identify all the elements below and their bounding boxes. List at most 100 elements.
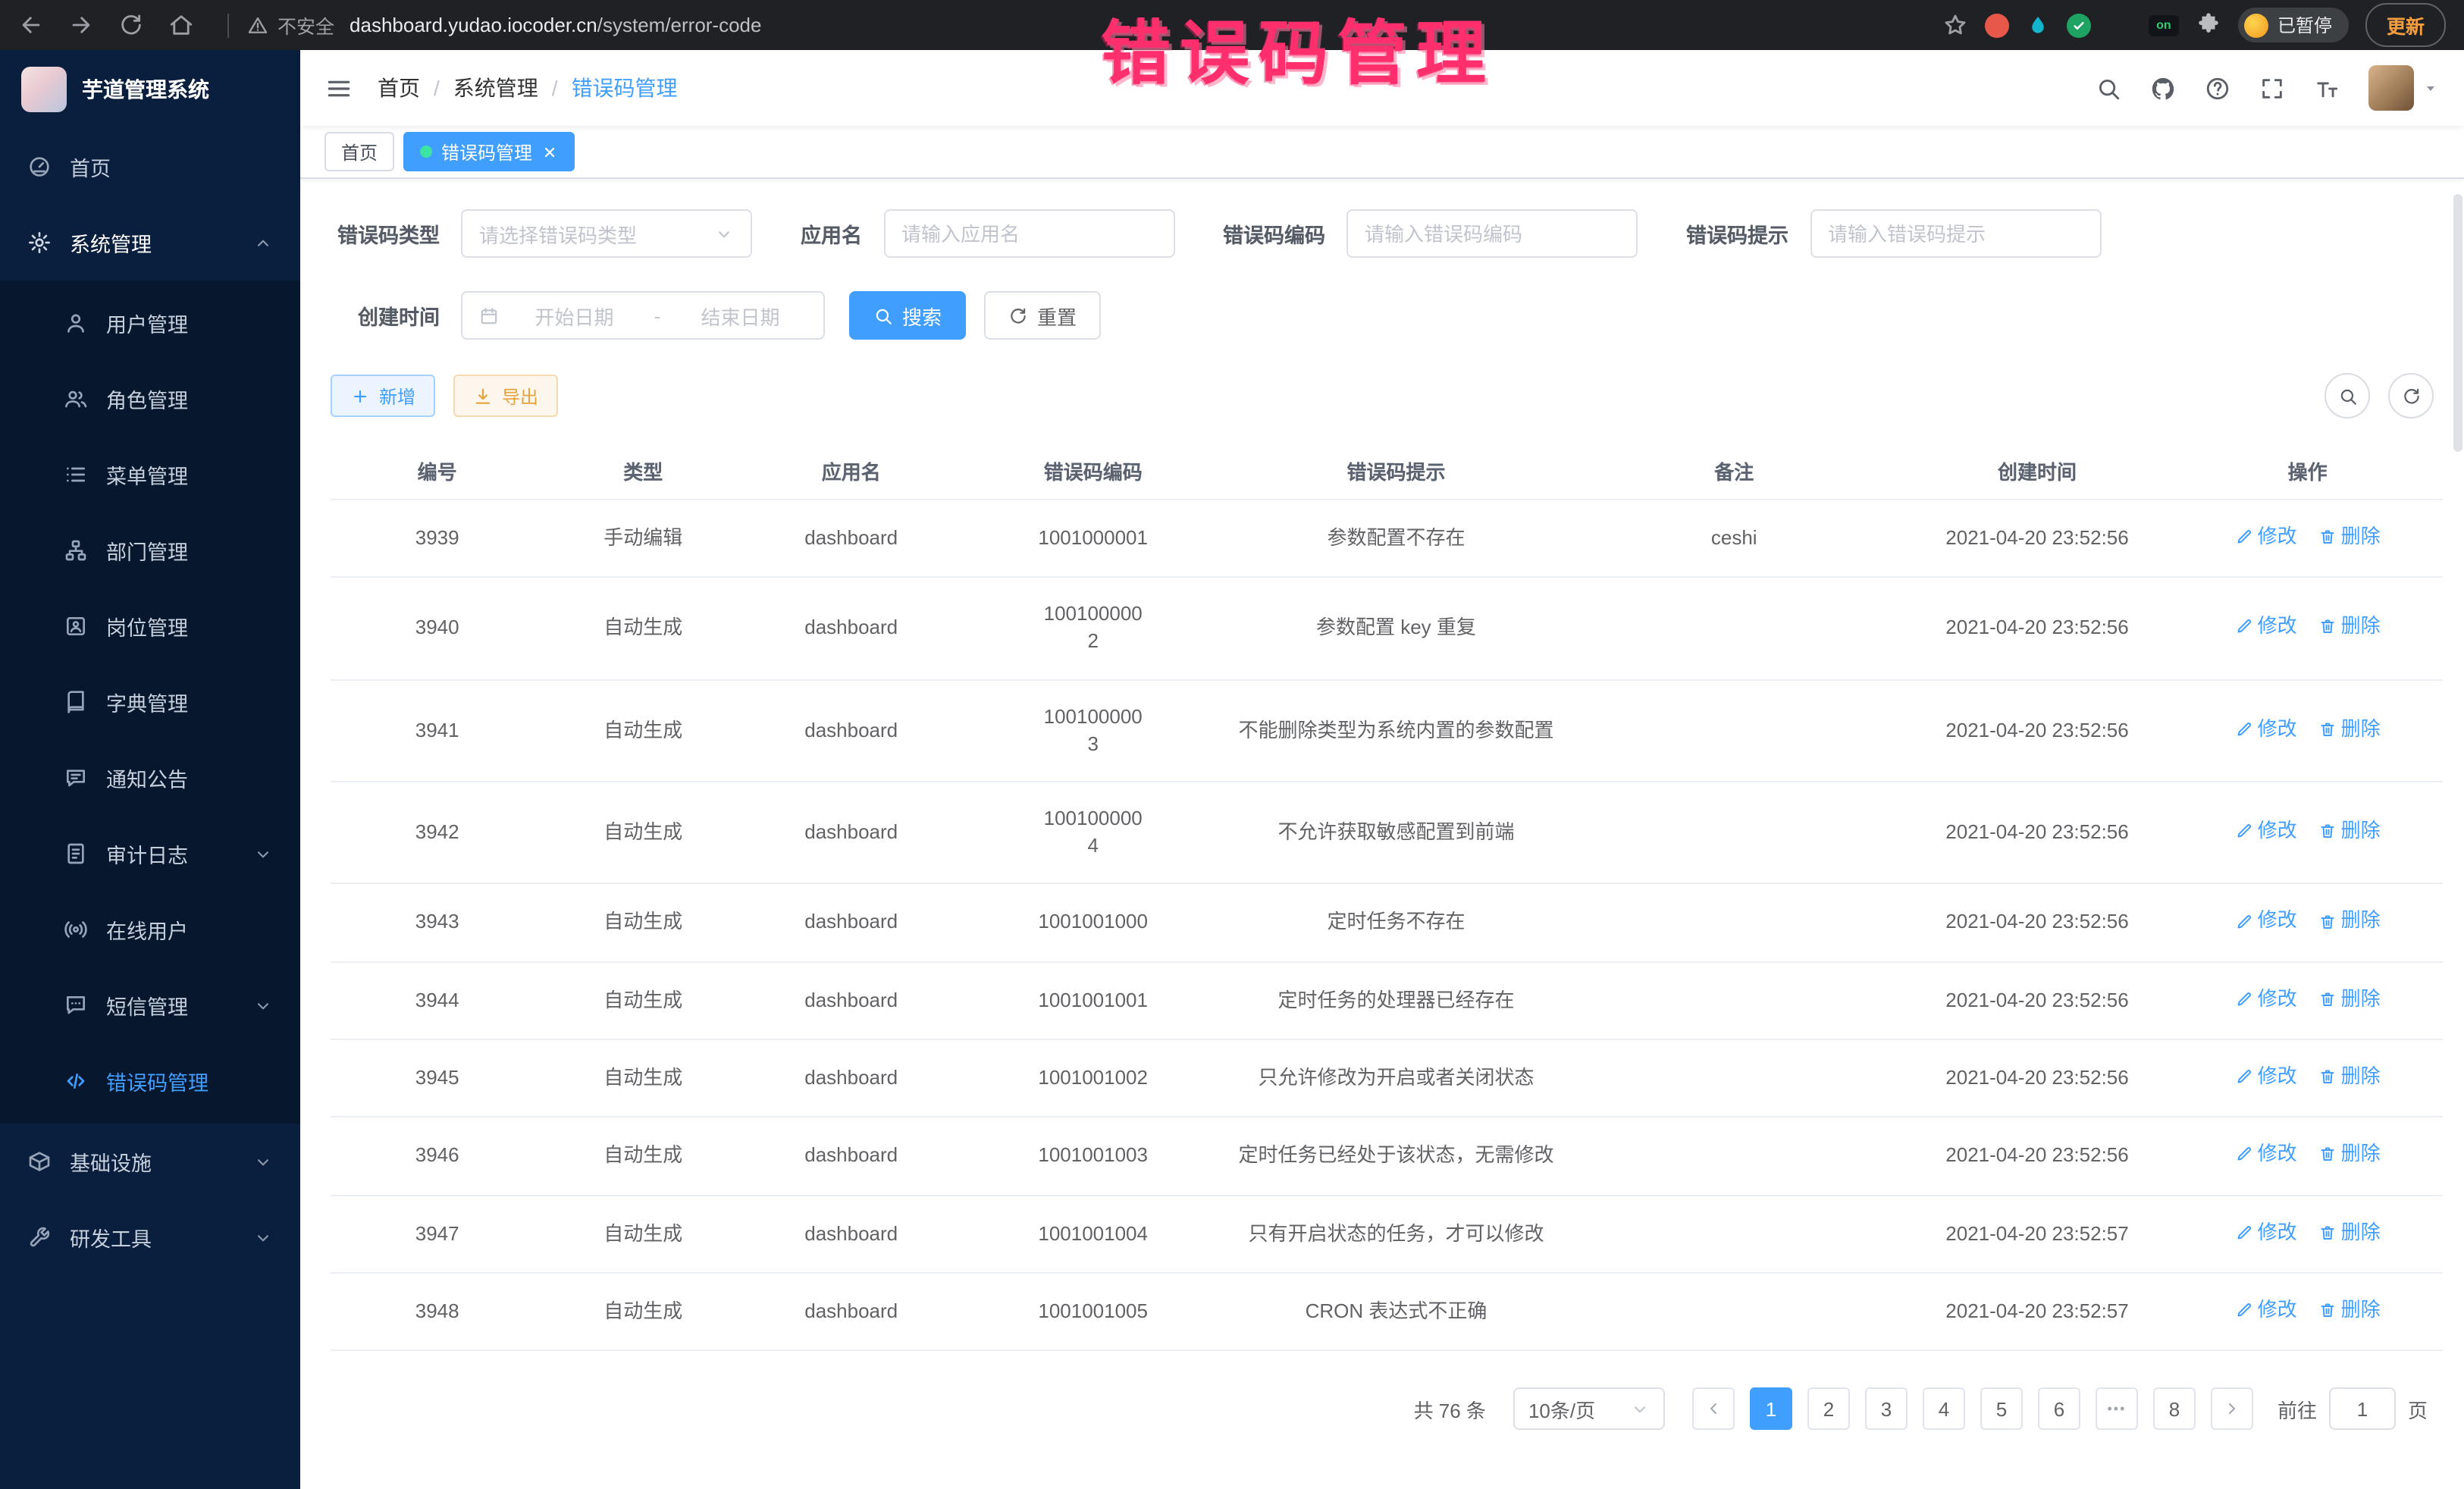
sidebar-item-user[interactable]: 用户管理 xyxy=(0,285,300,361)
fullscreen-icon[interactable] xyxy=(2259,75,2285,101)
github-icon[interactable] xyxy=(2150,75,2176,101)
sidebar-item-menu-list[interactable]: 菜单管理 xyxy=(0,437,300,513)
cell-app: dashboard xyxy=(742,961,960,1039)
page-button-8[interactable]: 8 xyxy=(2153,1387,2196,1430)
error-code-input[interactable] xyxy=(1346,209,1638,258)
page-button-2[interactable]: 2 xyxy=(1807,1387,1850,1430)
delete-link[interactable]: 删除 xyxy=(2318,1063,2381,1090)
error-hint-input[interactable] xyxy=(1810,209,2101,258)
font-size-icon[interactable] xyxy=(2314,75,2340,101)
scrollbar-thumb[interactable] xyxy=(2453,194,2462,452)
add-button[interactable]: 新增 xyxy=(331,375,435,417)
sidebar-item-infra[interactable]: 基础设施 xyxy=(0,1124,300,1199)
user-menu[interactable] xyxy=(2368,65,2440,111)
delete-link[interactable]: 删除 xyxy=(2318,817,2381,845)
page-button-6[interactable]: 6 xyxy=(2038,1387,2080,1430)
edit-link[interactable]: 修改 xyxy=(2235,1141,2297,1168)
delete-link[interactable]: 删除 xyxy=(2318,715,2381,742)
reset-button[interactable]: 重置 xyxy=(984,291,1101,340)
error-type-label: 错误码类型 xyxy=(331,218,440,249)
edit-link[interactable]: 修改 xyxy=(2235,985,2297,1012)
delete-link[interactable]: 删除 xyxy=(2318,1218,2381,1246)
browser-update-button[interactable]: 更新 xyxy=(2365,3,2446,47)
browser-reload-icon[interactable] xyxy=(118,12,144,38)
delete-icon xyxy=(2318,990,2337,1008)
breadcrumb-home[interactable]: 首页 xyxy=(378,73,420,103)
delete-link[interactable]: 删除 xyxy=(2318,613,2381,641)
paused-badge[interactable]: 已暂停 xyxy=(2238,8,2349,42)
browser-forward-icon[interactable] xyxy=(68,12,94,38)
sidebar-item-sms[interactable]: 短信管理 xyxy=(0,967,300,1043)
edit-link[interactable]: 修改 xyxy=(2235,613,2297,641)
edit-link[interactable]: 修改 xyxy=(2235,817,2297,845)
page-goto-input[interactable] xyxy=(2329,1387,2396,1430)
error-type-placeholder: 请选择错误码类型 xyxy=(479,219,637,248)
delete-link[interactable]: 删除 xyxy=(2318,985,2381,1012)
date-range-picker[interactable]: 开始日期 - 结束日期 xyxy=(461,291,825,340)
page-button-3[interactable]: 3 xyxy=(1865,1387,1908,1430)
page-button-5[interactable]: 5 xyxy=(1980,1387,2023,1430)
sidebar-item-online[interactable]: 在线用户 xyxy=(0,892,300,967)
filter-row-2: 创建时间 开始日期 - 结束日期 搜索 xyxy=(331,291,2443,340)
refresh-table-button[interactable] xyxy=(2388,373,2434,418)
search-button[interactable]: 搜索 xyxy=(849,291,966,340)
delete-icon xyxy=(2318,1146,2337,1164)
tab-label: 错误码管理 xyxy=(441,139,532,165)
address-bar[interactable]: dashboard.yudao.iocoder.cn/system/error-… xyxy=(350,14,1930,36)
page-button-1[interactable]: 1 xyxy=(1750,1387,1792,1430)
browser-home-icon[interactable] xyxy=(168,12,194,38)
extension-red-icon[interactable] xyxy=(1985,13,2009,37)
delete-icon xyxy=(2318,1067,2337,1086)
pager-ellipsis[interactable]: ••• xyxy=(2096,1387,2138,1430)
extension-check-icon[interactable] xyxy=(2067,13,2091,37)
sidebar-item-devtools[interactable]: 研发工具 xyxy=(0,1199,300,1275)
extension-on-icon[interactable]: on xyxy=(2149,14,2179,36)
sidebar-item-notice[interactable]: 通知公告 xyxy=(0,740,300,816)
toggle-search-button[interactable] xyxy=(2324,373,2370,418)
sidebar-item-tree[interactable]: 部门管理 xyxy=(0,513,300,588)
sidebar-item-home[interactable]: 首页 xyxy=(0,129,300,205)
delete-link[interactable]: 删除 xyxy=(2318,908,2381,935)
hamburger-icon[interactable] xyxy=(324,74,353,102)
breadcrumb-system[interactable]: 系统管理 xyxy=(453,73,538,103)
browser-back-icon[interactable] xyxy=(18,12,44,38)
app-name-input[interactable] xyxy=(883,209,1174,258)
header-search-icon[interactable] xyxy=(2096,75,2121,101)
prev-page-button[interactable] xyxy=(1692,1387,1735,1430)
tab-error-code[interactable]: 错误码管理 xyxy=(403,132,575,171)
extension-drop-icon[interactable] xyxy=(2026,13,2050,37)
delete-link[interactable]: 删除 xyxy=(2318,523,2381,550)
extension-grid-icon[interactable] xyxy=(2108,13,2132,37)
delete-link[interactable]: 删除 xyxy=(2318,1141,2381,1168)
extensions-puzzle-icon[interactable] xyxy=(2196,12,2221,38)
app-logo-row[interactable]: 芋道管理系统 xyxy=(0,50,300,129)
edit-link[interactable]: 修改 xyxy=(2235,908,2297,935)
cell-remark xyxy=(1566,679,1902,782)
edit-link[interactable]: 修改 xyxy=(2235,1296,2297,1324)
cell-time: 2021-04-20 23:52:57 xyxy=(1902,1273,2173,1351)
security-indicator[interactable]: 不安全 xyxy=(247,11,334,39)
sidebar-item-code[interactable]: 错误码管理 xyxy=(0,1043,300,1119)
edit-link[interactable]: 修改 xyxy=(2235,1218,2297,1246)
export-button[interactable]: 导出 xyxy=(453,375,558,417)
page-button-4[interactable]: 4 xyxy=(1923,1387,1965,1430)
edit-icon xyxy=(2235,528,2253,546)
close-icon[interactable] xyxy=(541,143,558,160)
edit-link[interactable]: 修改 xyxy=(2235,1063,2297,1090)
sidebar-item-system[interactable]: 系统管理 xyxy=(0,205,300,281)
edit-link[interactable]: 修改 xyxy=(2235,715,2297,742)
next-page-button[interactable] xyxy=(2211,1387,2253,1430)
sidebar-item-users[interactable]: 角色管理 xyxy=(0,361,300,437)
edit-link[interactable]: 修改 xyxy=(2235,523,2297,550)
bookmark-star-icon[interactable] xyxy=(1942,12,1968,38)
help-icon[interactable] xyxy=(2205,75,2230,101)
sidebar-item-log[interactable]: 审计日志 xyxy=(0,816,300,892)
sidebar-item-book[interactable]: 字典管理 xyxy=(0,664,300,740)
sidebar-item-badge[interactable]: 岗位管理 xyxy=(0,588,300,664)
tab-home[interactable]: 首页 xyxy=(324,132,394,171)
error-type-select[interactable]: 请选择错误码类型 xyxy=(461,209,752,258)
page-size-select[interactable]: 10条/页 xyxy=(1513,1387,1665,1430)
sms-icon xyxy=(64,993,88,1017)
delete-link[interactable]: 删除 xyxy=(2318,1296,2381,1324)
breadcrumb-separator: / xyxy=(434,76,440,100)
